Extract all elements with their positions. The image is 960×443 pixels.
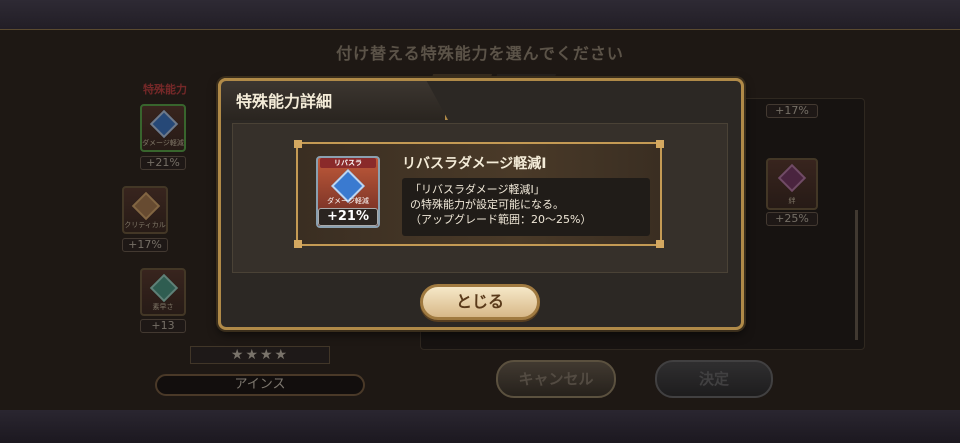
card-corner	[656, 240, 664, 248]
ability-description: 「リバスラダメージ軽減Ⅰ」 の特殊能力が設定可能になる。 （アップグレード範囲：…	[402, 178, 650, 236]
description-line: の特殊能力が設定可能になる。	[410, 198, 564, 211]
card-corner	[294, 240, 302, 248]
description-line: 「リバスラダメージ軽減Ⅰ」	[410, 183, 545, 196]
ability-value: +21%	[318, 208, 378, 226]
top-banner	[0, 0, 960, 30]
dialog-title: 特殊能力詳細	[236, 92, 333, 111]
description-line: （アップグレード範囲：20〜25%）	[410, 213, 592, 226]
card-corner	[656, 140, 664, 148]
ability-badge: リバスラ	[320, 158, 376, 168]
ability-sub-caption: ダメージ軽減	[327, 197, 369, 205]
card-corner	[294, 140, 302, 148]
bottom-banner	[0, 410, 960, 443]
ability-name: リバスラダメージ軽減Ⅰ	[402, 156, 547, 172]
close-button[interactable]: とじる	[420, 284, 540, 320]
